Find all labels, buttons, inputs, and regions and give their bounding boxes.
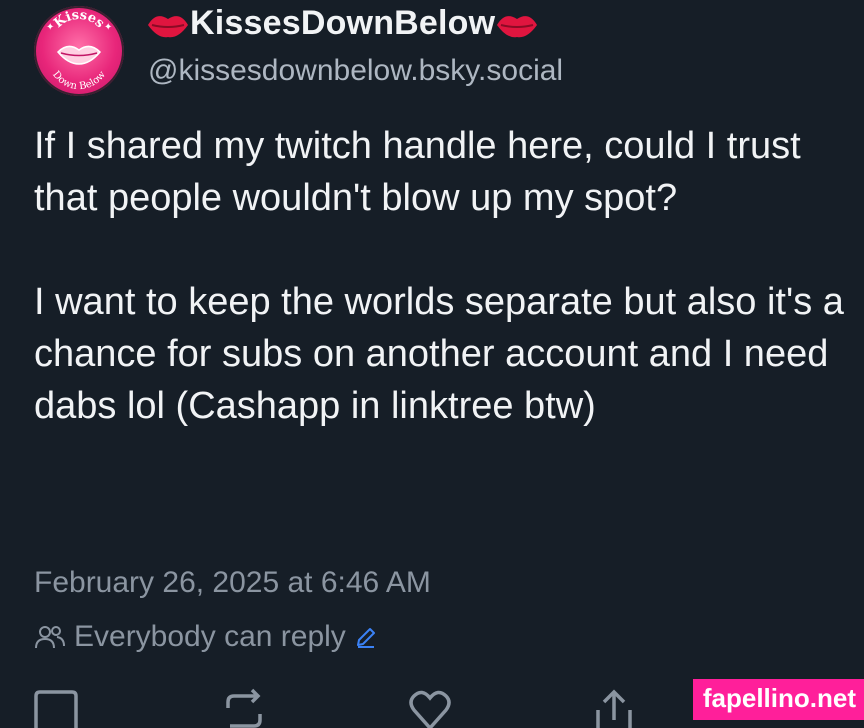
- display-name-text: KissesDownBelow: [190, 4, 496, 42]
- post-text: If I shared my twitch handle here, could…: [34, 120, 844, 432]
- post-paragraph: I want to keep the worlds separate but a…: [34, 281, 844, 427]
- avatar[interactable]: Kisses Down Below ✦ ✦: [34, 6, 124, 96]
- avatar-text-bottom: Down Below: [50, 69, 108, 92]
- post-paragraph: If I shared my twitch handle here, could…: [34, 125, 801, 219]
- display-name[interactable]: KissesDownBelow: [146, 4, 539, 43]
- repost-icon[interactable]: [220, 688, 268, 728]
- author-handle[interactable]: @kissesdownbelow.bsky.social: [148, 54, 563, 88]
- svg-text:Down Below: Down Below: [50, 69, 108, 92]
- svg-text:✦: ✦: [46, 22, 54, 33]
- edit-pencil-icon[interactable]: [354, 625, 378, 649]
- avatar-text-top: Kisses: [51, 8, 107, 31]
- svg-text:✦: ✦: [104, 22, 112, 33]
- svg-text:Kisses: Kisses: [51, 8, 107, 31]
- reply-setting: Everybody can reply: [34, 620, 378, 654]
- share-icon[interactable]: [592, 688, 636, 728]
- reply-setting-label: Everybody can reply: [74, 620, 346, 653]
- reply-icon[interactable]: [34, 688, 78, 728]
- people-icon: [35, 626, 65, 649]
- like-icon[interactable]: [408, 688, 452, 728]
- watermark: fapellino.net: [692, 679, 864, 720]
- lips-emoji-icon: [497, 15, 538, 37]
- lips-emoji-icon: [148, 15, 188, 37]
- post-timestamp: February 26, 2025 at 6:46 AM: [34, 566, 431, 599]
